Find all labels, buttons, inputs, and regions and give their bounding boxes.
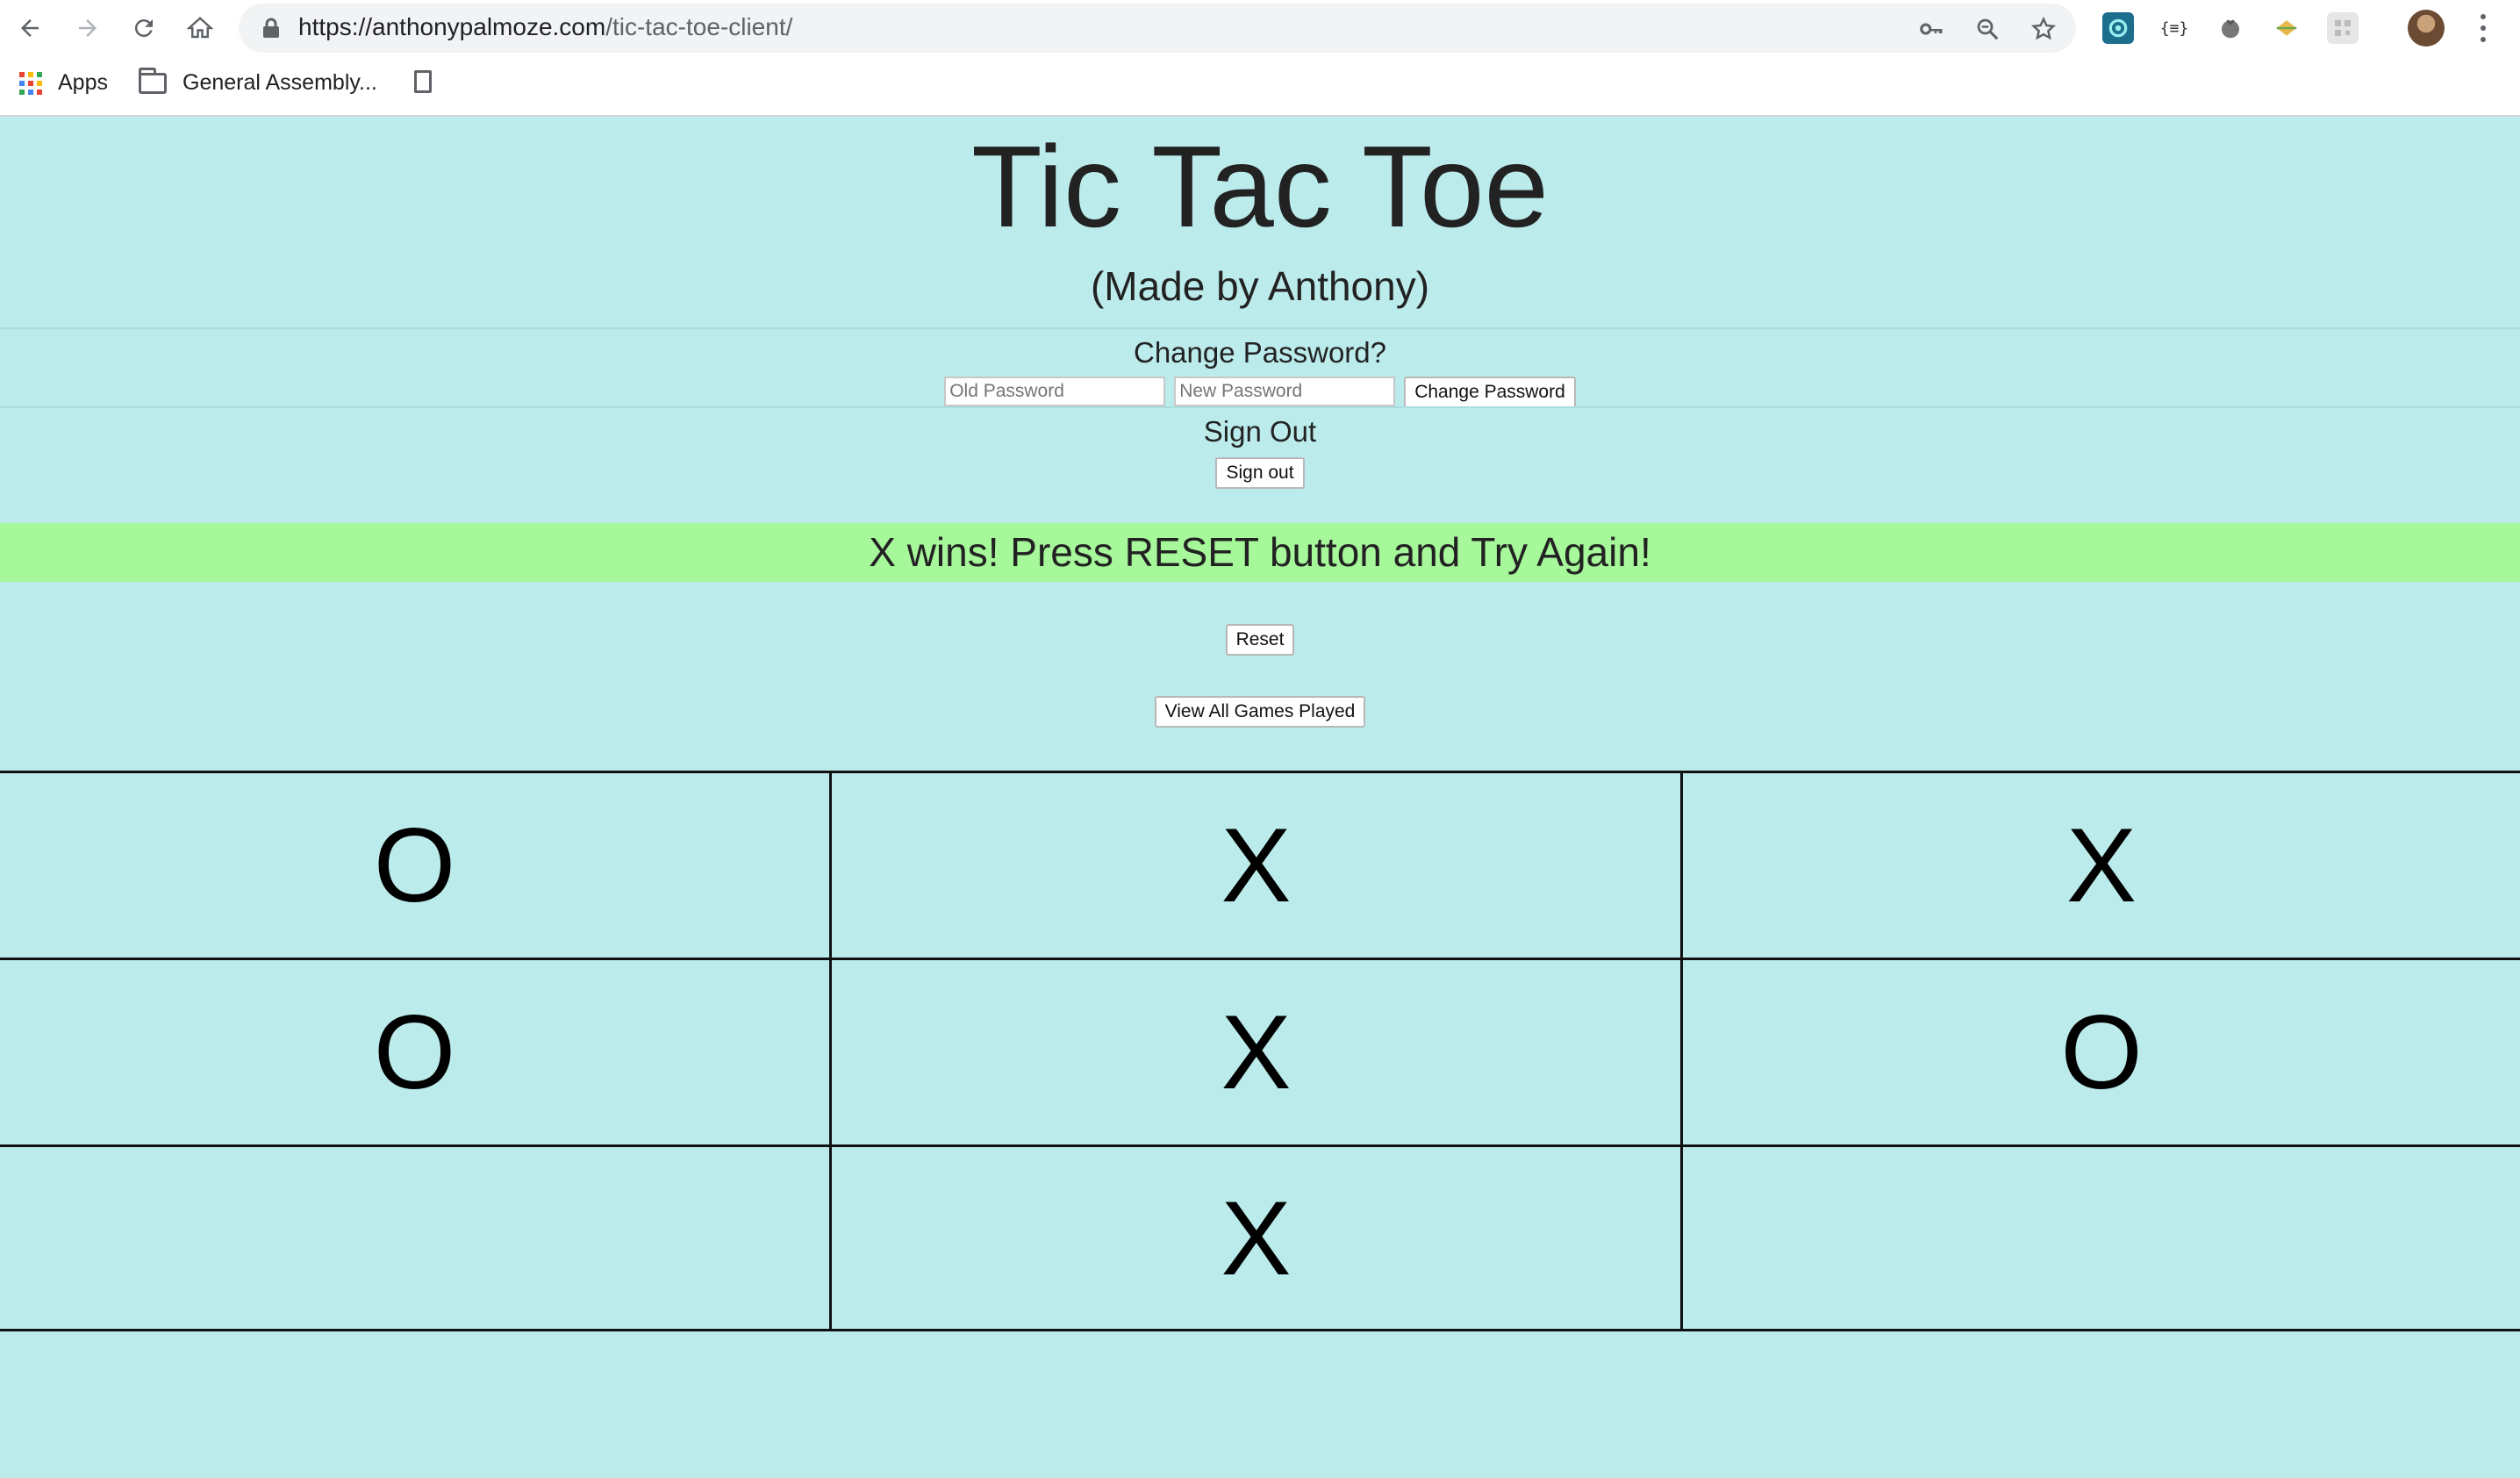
old-password-input[interactable] xyxy=(944,377,1166,406)
address-bar[interactable]: https://anthonypalmoze.com/tic-tac-toe-c… xyxy=(239,4,2076,53)
document-icon xyxy=(414,70,432,93)
profile-avatar[interactable] xyxy=(2408,10,2445,47)
extension-json-icon[interactable]: {≡} xyxy=(2158,12,2190,44)
change-password-button[interactable]: Change Password xyxy=(1404,377,1576,408)
folder-icon xyxy=(139,67,167,94)
extension-qr-icon[interactable] xyxy=(2327,12,2359,44)
change-password-section: Change Password? Change Password xyxy=(0,327,2520,408)
back-arrow-icon[interactable] xyxy=(11,9,49,47)
extension-tomato-icon[interactable] xyxy=(2215,12,2246,44)
url-text[interactable]: https://anthonypalmoze.com/tic-tac-toe-c… xyxy=(298,13,792,41)
reload-icon[interactable] xyxy=(125,9,163,47)
new-password-input[interactable] xyxy=(1174,377,1396,406)
bookmarks-bar: Apps General Assembly... xyxy=(0,63,2520,105)
browser-toolbar: https://anthonypalmoze.com/tic-tac-toe-c… xyxy=(0,0,2520,56)
board-cell-8[interactable]: X xyxy=(829,1144,1683,1331)
menu-dots-icon[interactable] xyxy=(2473,11,2494,46)
star-icon[interactable] xyxy=(2029,14,2058,44)
extension-diamond-icon[interactable] xyxy=(2271,12,2302,44)
bookmark-page[interactable] xyxy=(414,70,432,93)
sign-out-heading: Sign Out xyxy=(1203,415,1317,448)
home-icon[interactable] xyxy=(181,9,219,47)
reset-row: Reset xyxy=(0,624,2520,656)
page-title: Tic Tac Toe xyxy=(971,122,1549,251)
board-cell-7[interactable] xyxy=(0,1144,829,1331)
bookmark-apps[interactable]: Apps xyxy=(19,70,108,96)
reset-button[interactable]: Reset xyxy=(1225,624,1295,656)
bookmark-apps-label: Apps xyxy=(58,70,108,95)
board-cell-9[interactable] xyxy=(1683,1144,2520,1331)
change-password-heading: Change Password? xyxy=(1133,336,1386,369)
sign-out-button[interactable]: Sign out xyxy=(1215,457,1305,489)
view-games-row: View All Games Played xyxy=(0,696,2520,728)
bookmark-general-assembly-label: General Assembly... xyxy=(183,70,377,95)
sign-out-section: Sign Out Sign out xyxy=(0,406,2520,496)
board-cell-2[interactable]: X xyxy=(829,771,1683,958)
lock-icon xyxy=(263,18,279,38)
url-host: https://anthonypalmoze.com xyxy=(298,13,606,40)
game-status-banner: X wins! Press RESET button and Try Again… xyxy=(0,523,2520,582)
view-all-games-button[interactable]: View All Games Played xyxy=(1154,696,1366,728)
page-subtitle: (Made by Anthony) xyxy=(1090,263,1430,309)
browser-chrome: https://anthonypalmoze.com/tic-tac-toe-c… xyxy=(0,0,2520,117)
game-board: O X X O X O X xyxy=(0,771,2520,1331)
board-cell-5[interactable]: X xyxy=(829,958,1683,1144)
apps-grid-icon xyxy=(19,71,42,95)
forward-arrow-icon[interactable] xyxy=(68,9,107,47)
sign-out-row: Sign out xyxy=(0,457,2520,489)
board-cell-6[interactable]: O xyxy=(1683,958,2520,1144)
key-icon[interactable] xyxy=(1916,14,1946,44)
change-password-form: Change Password xyxy=(0,377,2520,408)
url-path: /tic-tac-toe-client/ xyxy=(605,13,793,40)
board-cell-4[interactable]: O xyxy=(0,958,829,1144)
page-content: Tic Tac Toe (Made by Anthony) Change Pas… xyxy=(0,117,2520,1478)
board-cell-3[interactable]: X xyxy=(1683,771,2520,958)
board-cell-1[interactable]: O xyxy=(0,771,829,958)
bookmark-general-assembly[interactable]: General Assembly... xyxy=(139,67,377,96)
extension-camera-icon[interactable] xyxy=(2102,12,2134,44)
zoom-icon[interactable] xyxy=(1972,14,2002,44)
